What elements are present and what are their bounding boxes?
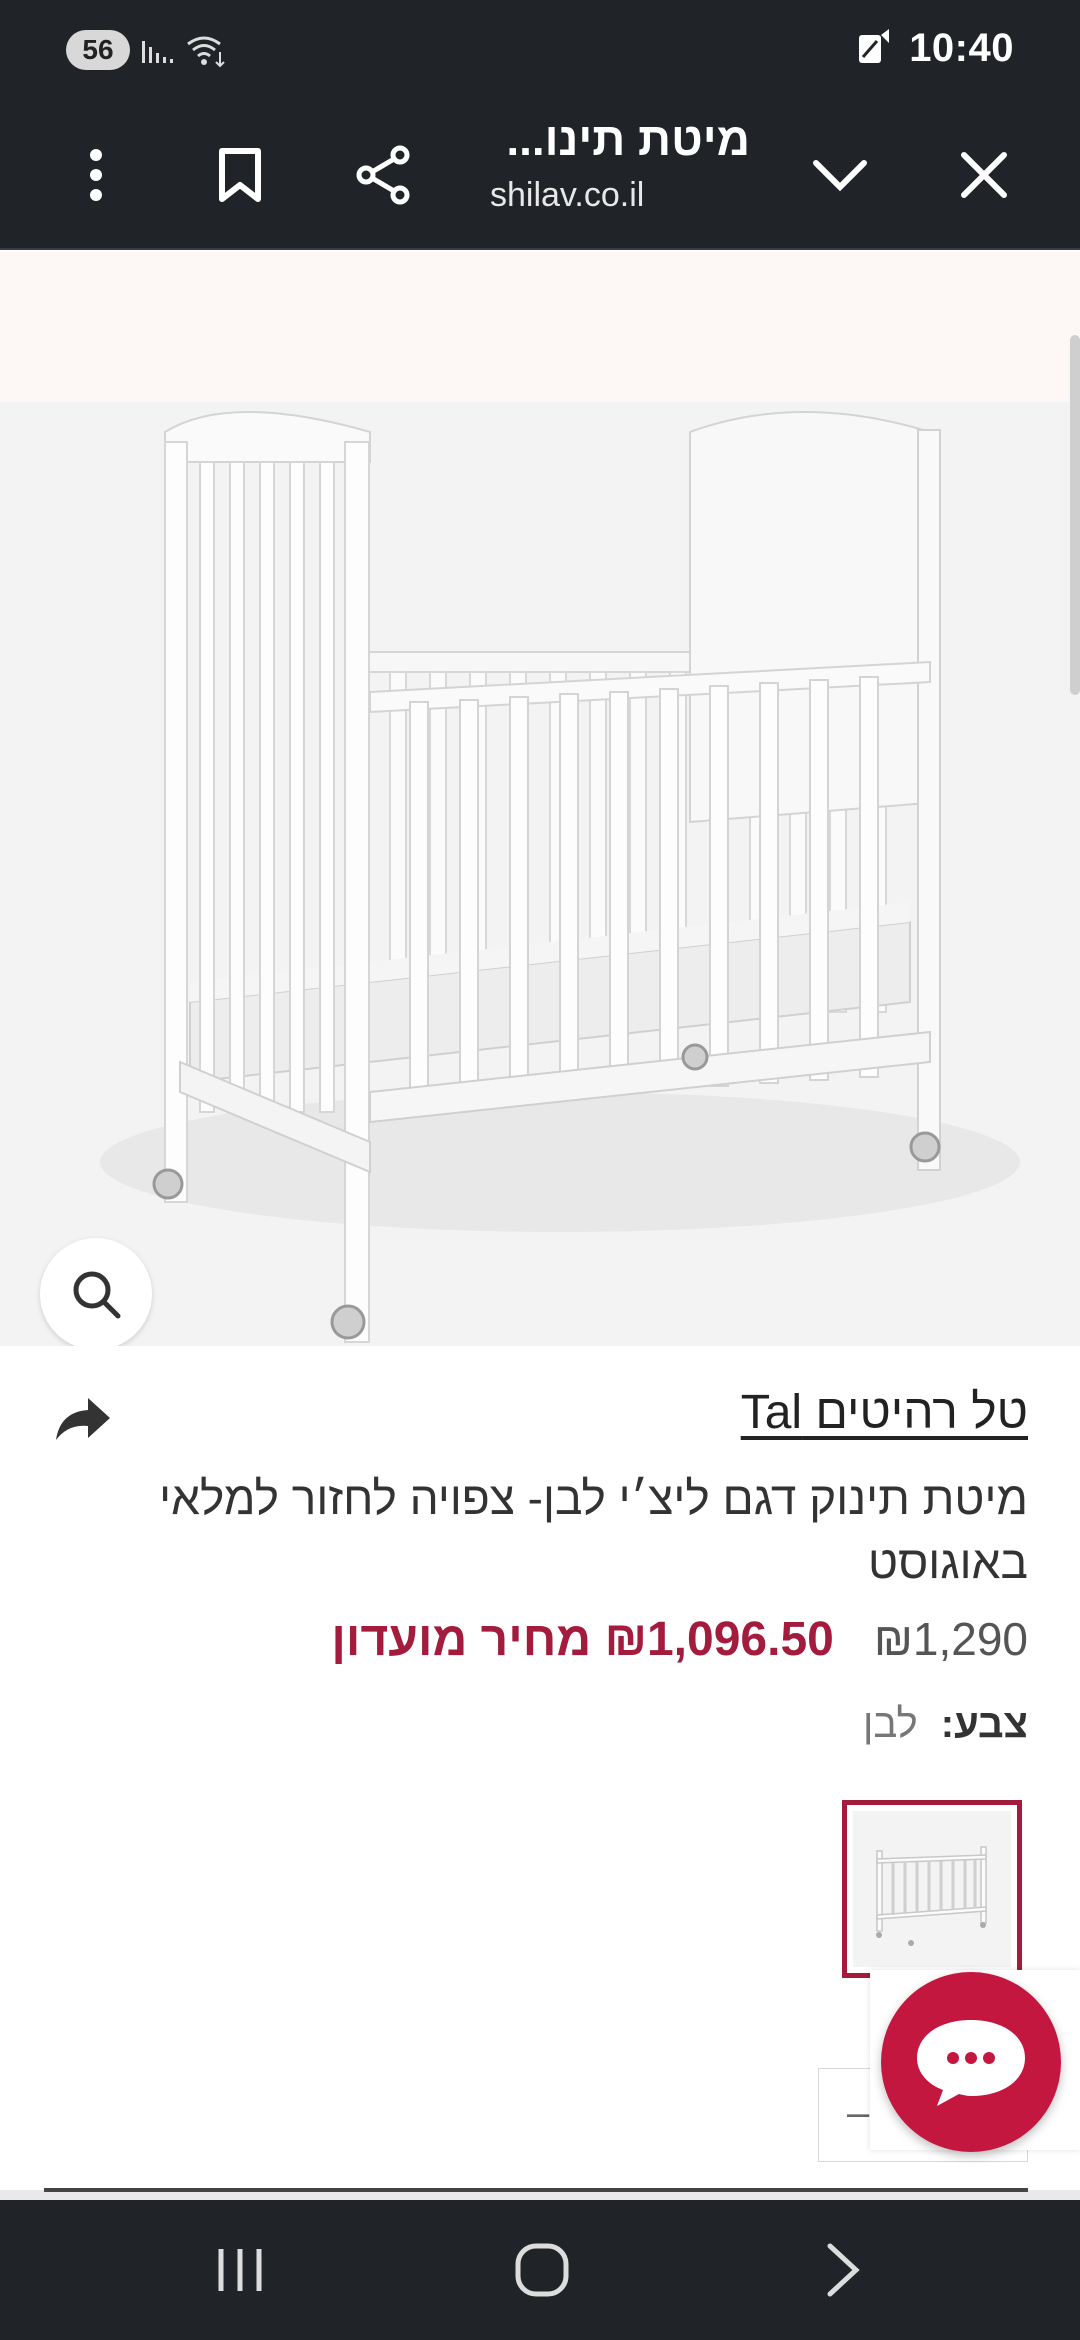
product-title: מיטת תינוק דגם ליצ׳י לבן- צפויה לחזור למ… bbox=[159, 1472, 1028, 1588]
quantity-decrease-button[interactable]: – bbox=[847, 2091, 869, 2136]
page-title: מיטת תינו... bbox=[506, 113, 750, 165]
chevron-down-icon bbox=[813, 160, 867, 191]
back-icon bbox=[827, 2243, 860, 2297]
color-swatch-white[interactable] bbox=[842, 1800, 1022, 1978]
color-row: צבע: לבן bbox=[863, 1702, 1028, 1747]
close-icon bbox=[961, 152, 1007, 198]
close-tab-button[interactable] bbox=[944, 135, 1024, 215]
recent-apps-button[interactable] bbox=[180, 2230, 300, 2310]
battery-saver-icon bbox=[859, 28, 890, 63]
crib-illustration bbox=[100, 411, 1020, 1343]
section-divider-line bbox=[44, 2188, 1028, 2192]
share-button[interactable] bbox=[344, 135, 424, 215]
page-title-block[interactable]: מיטת תינו... shilav.co.il bbox=[490, 112, 750, 215]
page-scrollbar[interactable] bbox=[1070, 335, 1080, 695]
network-badge: 56 bbox=[66, 30, 130, 70]
chat-icon bbox=[917, 2020, 1025, 2106]
home-icon bbox=[515, 2243, 569, 2297]
zoom-button[interactable] bbox=[40, 1238, 152, 1346]
share-product-button[interactable] bbox=[52, 1394, 112, 1444]
forward-arrow-icon bbox=[56, 1398, 110, 1440]
share-icon bbox=[356, 145, 410, 205]
club-price: ₪1,096.50 מחיר מועדון bbox=[331, 1613, 834, 1666]
expand-button[interactable] bbox=[800, 135, 880, 215]
brand-link[interactable]: טל רהיטים Tal bbox=[741, 1385, 1028, 1440]
product-image[interactable] bbox=[0, 402, 1080, 1346]
more-vert-icon bbox=[90, 149, 102, 201]
signal-icon bbox=[142, 41, 173, 63]
price-row: ₪1,290 ₪1,096.50 מחיר מועדון bbox=[331, 1612, 1028, 1667]
more-options-button[interactable] bbox=[56, 135, 136, 215]
bookmark-icon bbox=[219, 148, 261, 202]
color-label: צבע: bbox=[940, 1702, 1028, 1746]
color-value: לבן bbox=[862, 1702, 918, 1746]
home-button[interactable] bbox=[482, 2230, 602, 2310]
browser-toolbar: מיטת תינו... shilav.co.il bbox=[0, 100, 1080, 250]
status-bar: 56 10:40 bbox=[0, 0, 1080, 100]
recent-apps-icon bbox=[218, 2249, 262, 2291]
system-nav-bar bbox=[0, 2200, 1080, 2340]
regular-price: ₪1,290 bbox=[873, 1613, 1028, 1665]
promo-banner bbox=[0, 252, 1080, 402]
page-url: shilav.co.il bbox=[490, 176, 645, 214]
crib-thumbnail bbox=[853, 1811, 1011, 1967]
bookmark-button[interactable] bbox=[200, 135, 280, 215]
search-icon bbox=[73, 1271, 121, 1319]
status-right: 10:40 bbox=[853, 26, 1014, 71]
clock: 10:40 bbox=[909, 26, 1014, 70]
wifi-icon bbox=[187, 36, 225, 68]
chat-button[interactable] bbox=[881, 1972, 1061, 2152]
back-button[interactable] bbox=[784, 2230, 904, 2310]
status-left: 56 bbox=[66, 30, 228, 70]
